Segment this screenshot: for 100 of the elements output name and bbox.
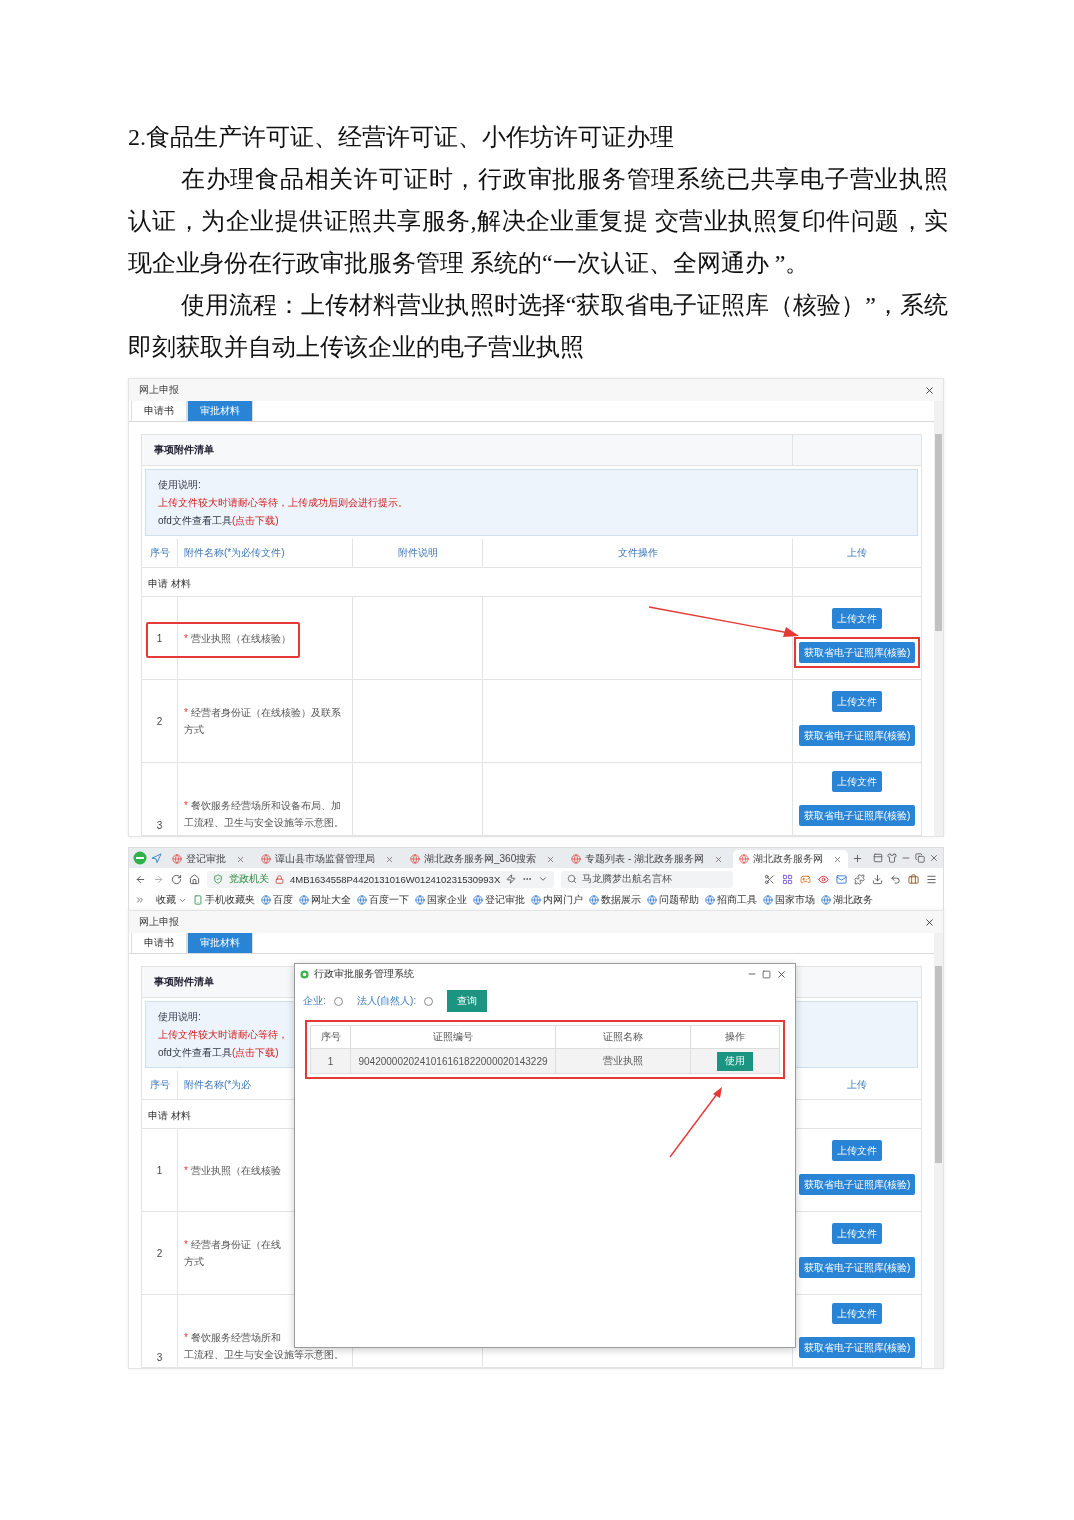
- globe-icon: [172, 854, 182, 864]
- bookmark-item[interactable]: 百度: [261, 893, 293, 907]
- row-number: 1: [156, 1164, 163, 1176]
- scrollbar[interactable]: [934, 401, 943, 836]
- tab[interactable]: 申请书: [131, 401, 187, 421]
- forward-icon[interactable]: [153, 873, 164, 885]
- attachment-name: 工流程、卫生与安全设施等示意图。: [184, 816, 344, 830]
- chevron-down-icon[interactable]: [538, 874, 549, 884]
- back-icon[interactable]: [135, 873, 146, 885]
- restore-icon[interactable]: [915, 853, 925, 863]
- mail-icon[interactable]: [836, 873, 847, 885]
- bookmark-item[interactable]: 招商工具: [705, 893, 757, 907]
- browser-tab[interactable]: 登记审批: [166, 850, 251, 868]
- scrollbar[interactable]: [934, 933, 943, 1368]
- column-header: 序号: [149, 1078, 170, 1092]
- bookmark-item[interactable]: 数据展示: [589, 893, 641, 907]
- tab[interactable]: 审批材料: [187, 933, 253, 953]
- address-field[interactable]: 党政机关 4MB1634558P4420131016W012410231530993X: [207, 870, 555, 888]
- upload-button[interactable]: 上传文件: [832, 691, 882, 712]
- globe-icon: [410, 854, 420, 864]
- phone-icon: [193, 895, 203, 905]
- verify-button[interactable]: 获取省电子证照库(核验): [798, 642, 916, 663]
- use-button[interactable]: 使用: [717, 1051, 753, 1071]
- globe-icon: [473, 895, 483, 905]
- tab[interactable]: 审批材料: [187, 401, 253, 421]
- close-icon[interactable]: [924, 384, 935, 396]
- navigation-icon[interactable]: [151, 852, 162, 864]
- download-link[interactable]: (点击下载): [231, 1046, 279, 1059]
- search-field[interactable]: 马龙腾梦出航名言杯: [561, 870, 734, 888]
- upload-button[interactable]: 上传文件: [832, 771, 882, 792]
- bookmark-item[interactable]: 问题帮助: [647, 893, 699, 907]
- browser-tab[interactable]: 谭山县市场监督管理局: [255, 850, 400, 868]
- upload-button[interactable]: 上传文件: [832, 1223, 882, 1244]
- sidebar-toggle-icon[interactable]: [135, 895, 145, 905]
- table-cell: 1: [327, 1055, 334, 1067]
- radio-button[interactable]: [333, 996, 343, 1006]
- tab[interactable]: 申请书: [131, 933, 187, 953]
- search-button[interactable]: 查询: [447, 990, 488, 1012]
- column-header: 上传: [847, 546, 867, 560]
- upload-button[interactable]: 上传文件: [832, 1140, 882, 1161]
- bookmark-item[interactable]: 内网门户: [531, 893, 583, 907]
- upload-button[interactable]: 上传文件: [832, 608, 882, 629]
- bookmark-item[interactable]: 登记审批: [473, 893, 525, 907]
- close-icon[interactable]: [776, 968, 787, 980]
- globe-icon: [299, 895, 309, 905]
- radio-label: 法人(自然人):: [356, 994, 417, 1008]
- new-tab-icon[interactable]: [852, 852, 864, 864]
- lightning-icon[interactable]: [506, 874, 517, 884]
- verify-button[interactable]: 获取省电子证照库(核验): [798, 805, 916, 826]
- menu-icon[interactable]: [926, 873, 937, 885]
- bookmark-item[interactable]: 手机收藏夹: [193, 893, 255, 907]
- browser-logo-icon[interactable]: [133, 851, 147, 865]
- globe-icon: [821, 895, 831, 905]
- radio-button[interactable]: [424, 996, 434, 1006]
- scissors-icon[interactable]: [764, 873, 775, 885]
- maximize-icon[interactable]: [762, 969, 771, 979]
- sidebar-icon[interactable]: [873, 853, 883, 863]
- required-mark: *: [184, 1238, 188, 1252]
- group-label: 申请 材料: [148, 1110, 191, 1121]
- attachment-name: 餐饮服务经营场所和设备布局、加: [190, 799, 341, 813]
- search-icon: [567, 874, 578, 884]
- bookmark-item[interactable]: 百度一下: [357, 893, 409, 907]
- gamepad-icon[interactable]: [800, 873, 811, 885]
- attachment-name: 经营者身份证（在线: [190, 1238, 281, 1252]
- verify-button[interactable]: 获取省电子证照库(核验): [798, 1174, 916, 1195]
- browser-tab[interactable]: 专题列表 - 湖北政务服务网: [565, 850, 730, 868]
- browser-tab[interactable]: 湖北政务服务网: [733, 850, 849, 868]
- bookmark-item[interactable]: 湖北政务: [821, 893, 873, 907]
- bookmark-item[interactable]: 国家市场: [763, 893, 815, 907]
- globe-icon: [589, 895, 599, 905]
- browser-tab[interactable]: 湖北政务服务网_360搜索: [404, 850, 562, 868]
- globe-icon: [739, 854, 750, 864]
- attachment-name: 方式: [184, 1255, 204, 1269]
- attachment-name: 经营者身份证（在线核验）及联系: [190, 706, 341, 720]
- grid-icon[interactable]: [782, 873, 793, 885]
- upload-button[interactable]: 上传文件: [832, 1303, 882, 1324]
- download-icon[interactable]: [872, 873, 883, 885]
- reload-icon[interactable]: [171, 873, 182, 885]
- close-icon[interactable]: [924, 916, 935, 928]
- body-paragraph: 使用流程：上传材料营业执照时选择“获取省电子证照库（核验）”，系统即刻获取并自动上传该企业的电子营业执照: [128, 291, 948, 362]
- undo-icon[interactable]: [890, 873, 901, 885]
- verify-button[interactable]: 获取省电子证照库(核验): [798, 1337, 916, 1358]
- puzzle-icon[interactable]: [854, 873, 865, 885]
- download-link[interactable]: (点击下载): [231, 514, 279, 527]
- column-header: 附件名称(*为必: [184, 1078, 252, 1092]
- shirt-icon[interactable]: [887, 853, 897, 863]
- column-header: 证照名称: [603, 1030, 643, 1044]
- bookmark-item[interactable]: 国家企业: [415, 893, 467, 907]
- eye-icon[interactable]: [818, 873, 829, 885]
- close-icon[interactable]: [929, 853, 939, 863]
- group-label: 申请 材料: [148, 578, 191, 589]
- verify-button[interactable]: 获取省电子证照库(核验): [798, 1257, 916, 1278]
- row-number: 1: [156, 632, 163, 644]
- home-icon[interactable]: [189, 873, 200, 885]
- verify-button[interactable]: 获取省电子证照库(核验): [798, 725, 916, 746]
- column-header: 序号: [149, 546, 170, 560]
- bookmark-item[interactable]: 收藏: [151, 893, 187, 907]
- bookmark-item[interactable]: 网址大全: [299, 893, 351, 907]
- site-label: 党政机关: [229, 872, 269, 886]
- briefcase-icon[interactable]: [908, 873, 919, 885]
